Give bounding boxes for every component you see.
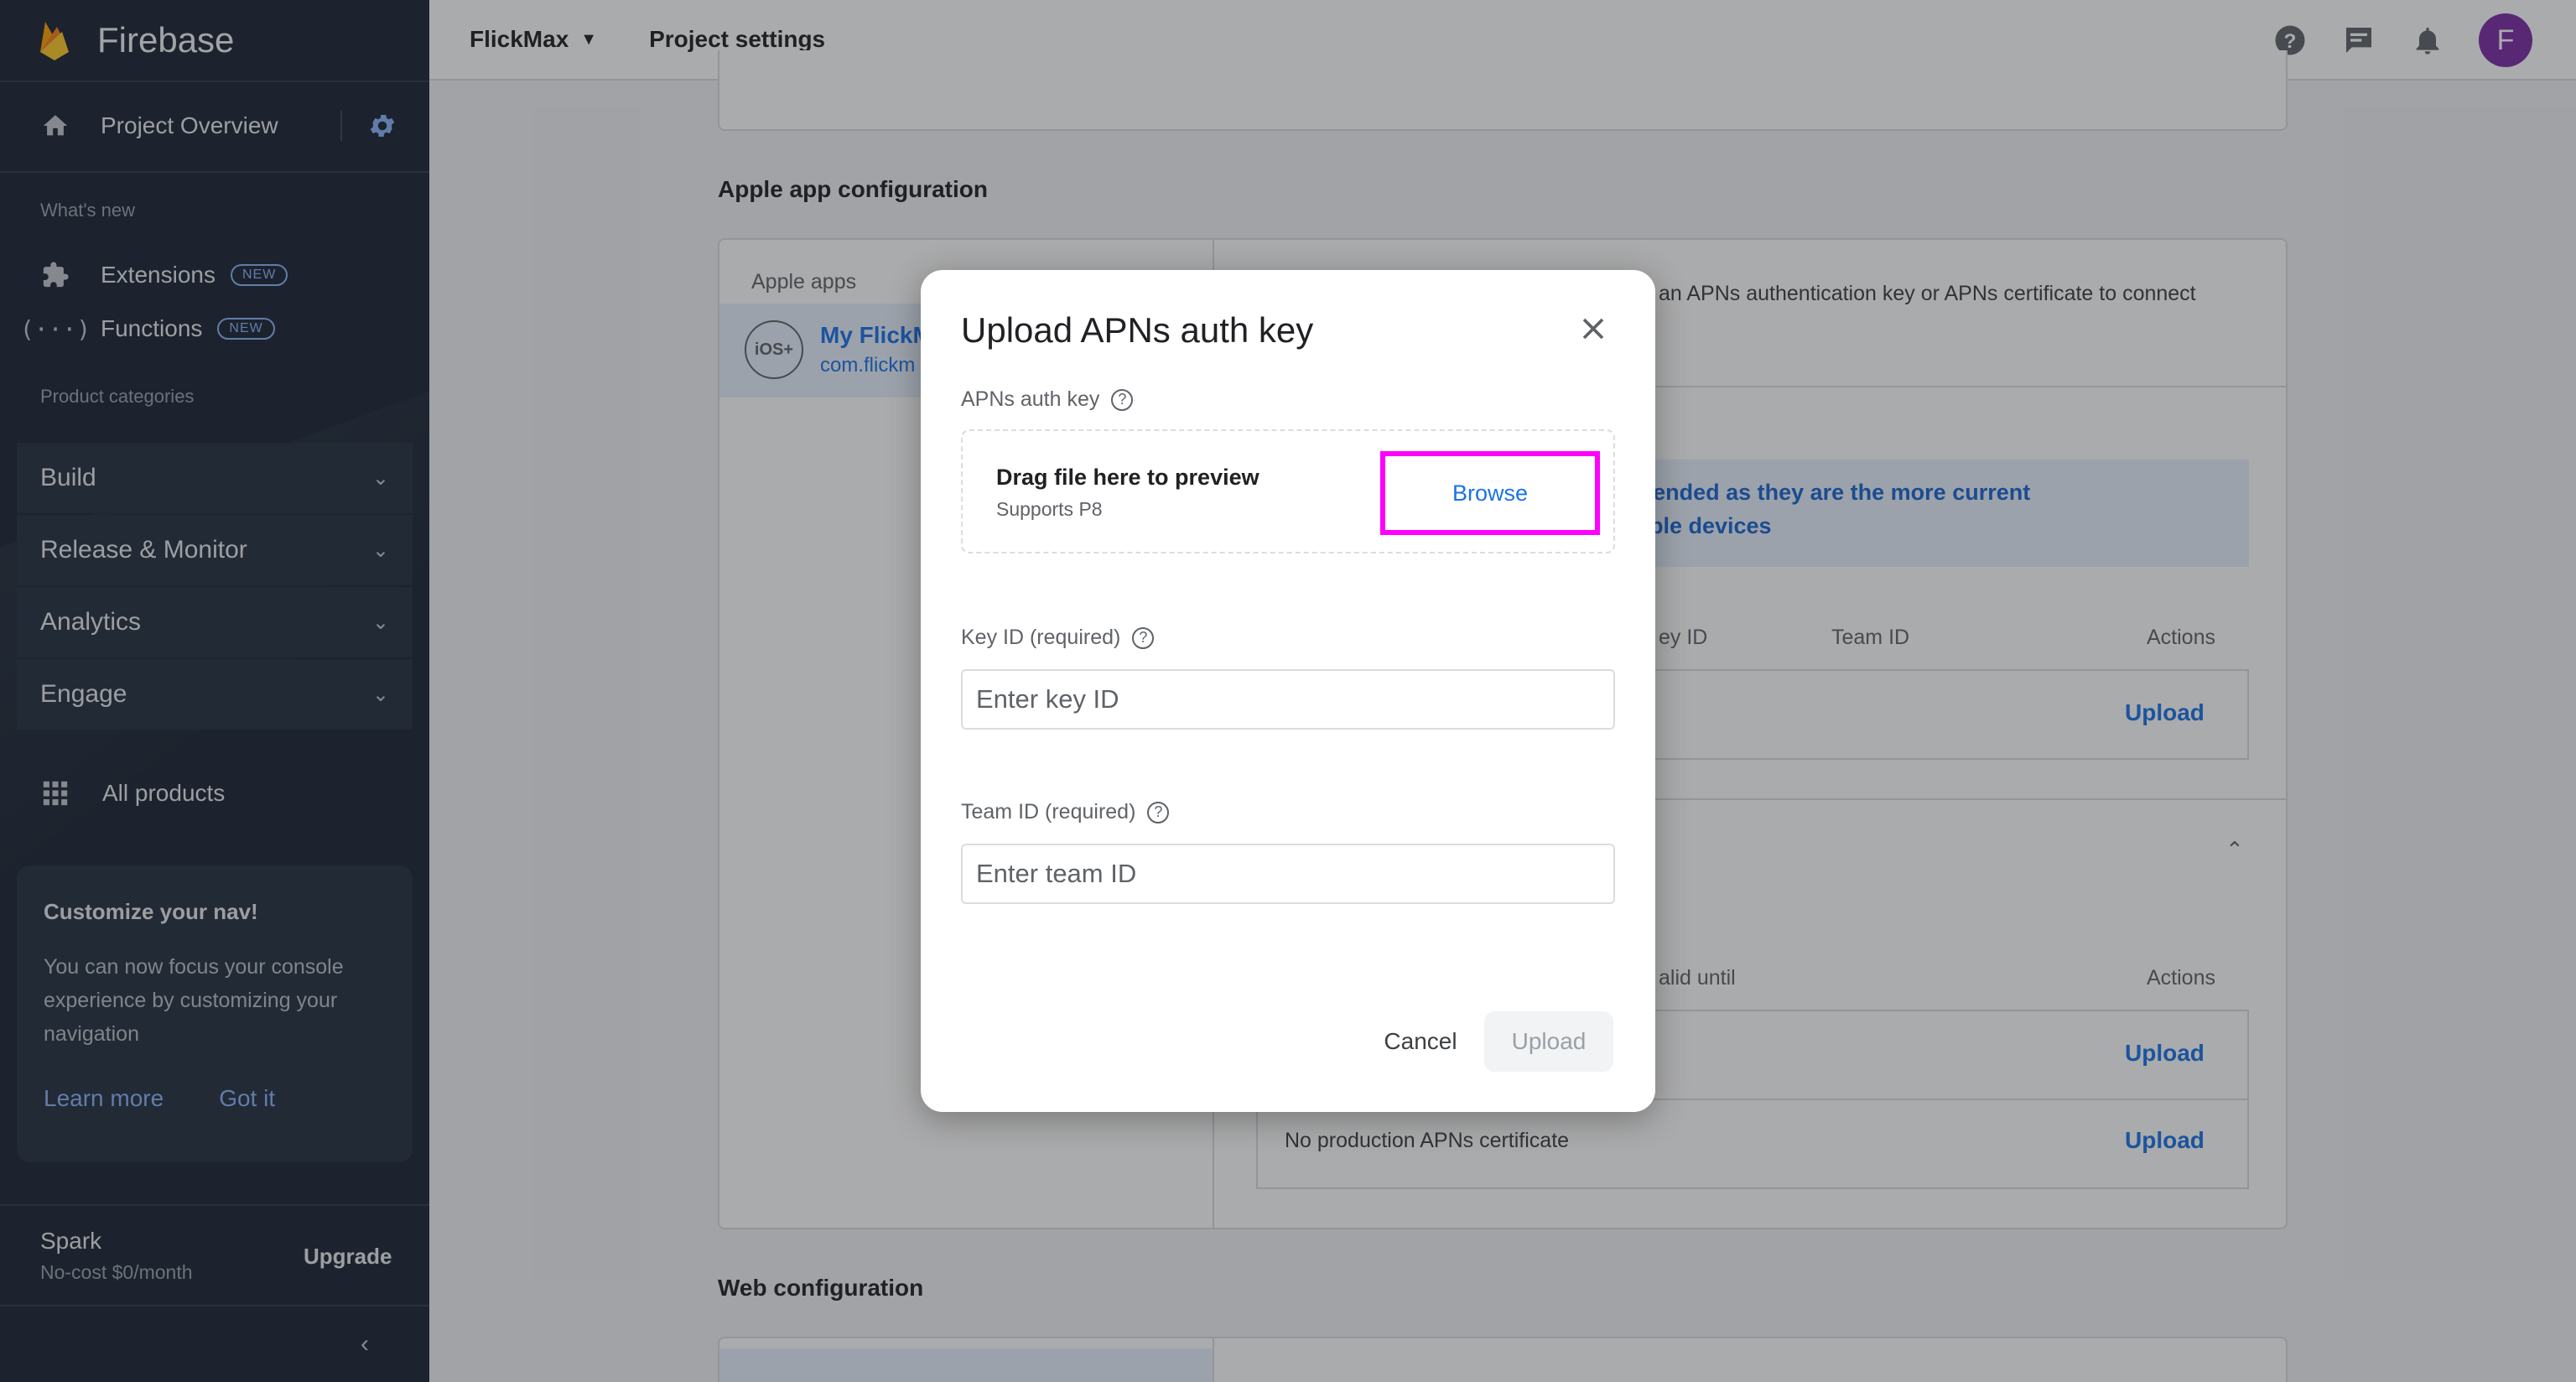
key-id-label: Key ID (required) ?	[961, 626, 1155, 650]
help-circle-icon[interactable]: ?	[1111, 388, 1134, 411]
upload-apns-dialog: Upload APNs auth key APNs auth key ? Dra…	[921, 270, 1655, 1112]
key-id-input[interactable]	[961, 669, 1615, 730]
cancel-button[interactable]: Cancel	[1363, 1011, 1478, 1072]
team-id-label-text: Team ID (required)	[961, 800, 1136, 823]
help-circle-icon[interactable]: ?	[1147, 801, 1170, 823]
auth-key-label-text: APNs auth key	[961, 387, 1100, 411]
auth-key-label: APNs auth key ?	[961, 387, 1134, 412]
close-icon[interactable]	[1575, 310, 1612, 347]
team-id-input[interactable]	[961, 844, 1615, 904]
team-id-label: Team ID (required) ?	[961, 800, 1170, 824]
key-id-label-text: Key ID (required)	[961, 626, 1121, 649]
dropzone-sub-text: Supports P8	[996, 498, 1103, 520]
dropzone-main-text: Drag file here to preview	[996, 465, 1259, 490]
help-circle-icon[interactable]: ?	[1132, 626, 1155, 649]
browse-button[interactable]: Browse	[1380, 451, 1600, 535]
upload-button[interactable]: Upload	[1484, 1011, 1613, 1072]
file-dropzone[interactable]: Drag file here to preview Supports P8 Br…	[961, 429, 1615, 553]
dialog-title: Upload APNs auth key	[961, 310, 1314, 350]
